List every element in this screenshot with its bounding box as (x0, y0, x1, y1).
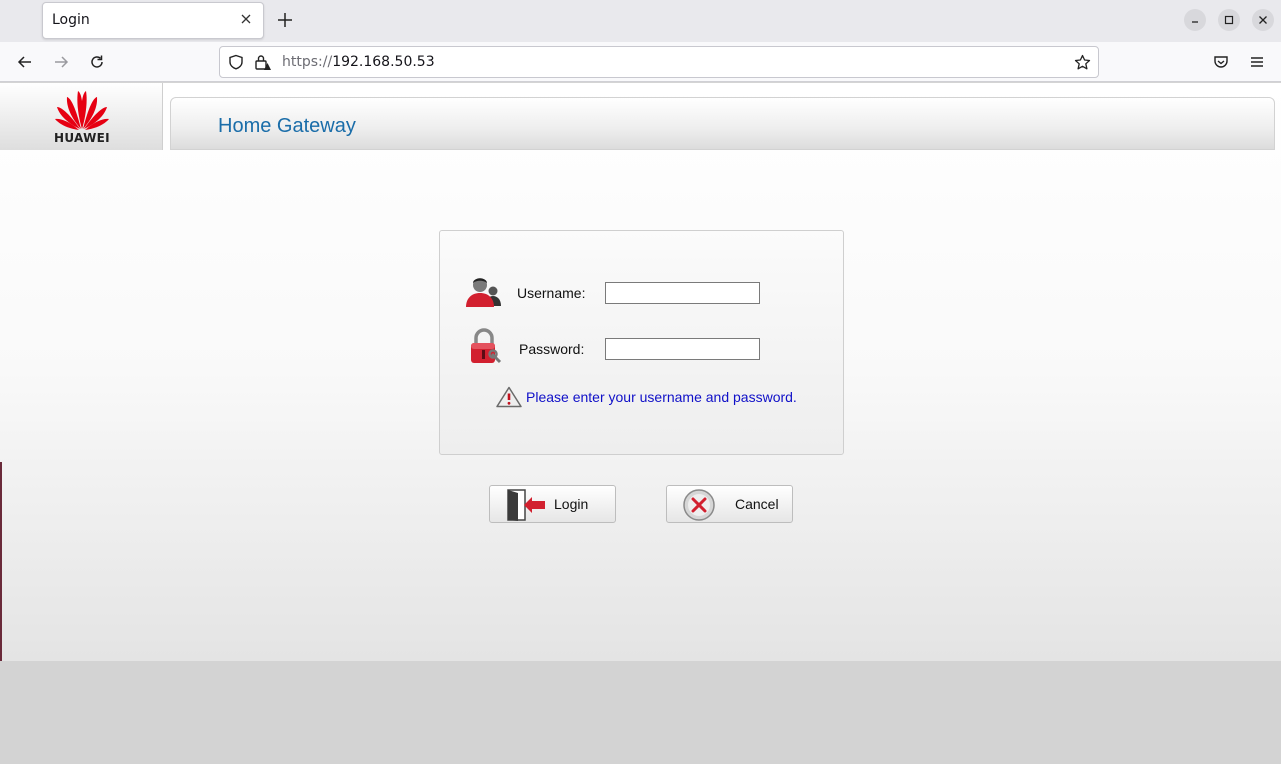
username-label: Username: (517, 285, 586, 301)
pocket-icon[interactable] (1212, 53, 1230, 71)
password-label: Password: (519, 341, 585, 357)
close-tab-icon[interactable] (239, 12, 253, 26)
header-bar: Home Gateway (170, 97, 1275, 150)
maximize-button[interactable] (1218, 9, 1240, 31)
login-panel: Username: Password: Please enter your us… (439, 230, 844, 455)
minimize-icon (1192, 21, 1198, 23)
back-icon[interactable] (16, 53, 34, 71)
browser-tab-bar: Login (0, 0, 1281, 42)
reload-icon[interactable] (88, 53, 106, 71)
address-bar[interactable]: https://192.168.50.53 (219, 46, 1099, 78)
menu-icon[interactable] (1248, 53, 1266, 71)
logo-text: HUAWEI (54, 131, 110, 145)
warning-icon (496, 386, 522, 408)
cancel-x-icon (683, 489, 715, 521)
padlock-icon (471, 328, 502, 364)
browser-tab[interactable]: Login (42, 2, 264, 39)
page-content: HUAWEI Home Gateway Username: Password: (0, 83, 1281, 661)
cancel-button[interactable]: Cancel (666, 485, 793, 523)
close-icon (1259, 16, 1267, 24)
new-tab-icon[interactable] (276, 11, 294, 29)
maximize-icon (1224, 15, 1234, 25)
page-footer (0, 661, 1281, 764)
page-title: Home Gateway (218, 115, 356, 137)
minimize-button[interactable] (1184, 9, 1206, 31)
login-button[interactable]: Login (489, 485, 616, 523)
url-host: 192.168.50.53 (332, 54, 435, 70)
huawei-logo-icon (55, 91, 109, 130)
url-scheme: https:// (282, 54, 333, 70)
url-text: https://192.168.50.53 (282, 54, 435, 70)
close-window-button[interactable] (1252, 9, 1274, 31)
bookmark-star-icon[interactable] (1074, 54, 1091, 71)
lock-warning-icon[interactable] (254, 54, 272, 71)
door-enter-icon (507, 489, 545, 521)
user-icon (466, 278, 501, 307)
shield-icon[interactable] (228, 54, 244, 70)
browser-nav-bar: https://192.168.50.53 (0, 42, 1281, 82)
tab-title: Login (52, 12, 90, 28)
username-input[interactable] (605, 282, 760, 304)
cancel-button-label: Cancel (735, 496, 779, 512)
logo-area: HUAWEI (0, 83, 163, 150)
login-message: Please enter your username and password. (526, 389, 797, 405)
login-button-label: Login (554, 496, 589, 512)
password-input[interactable] (605, 338, 760, 360)
forward-icon[interactable] (52, 53, 70, 71)
